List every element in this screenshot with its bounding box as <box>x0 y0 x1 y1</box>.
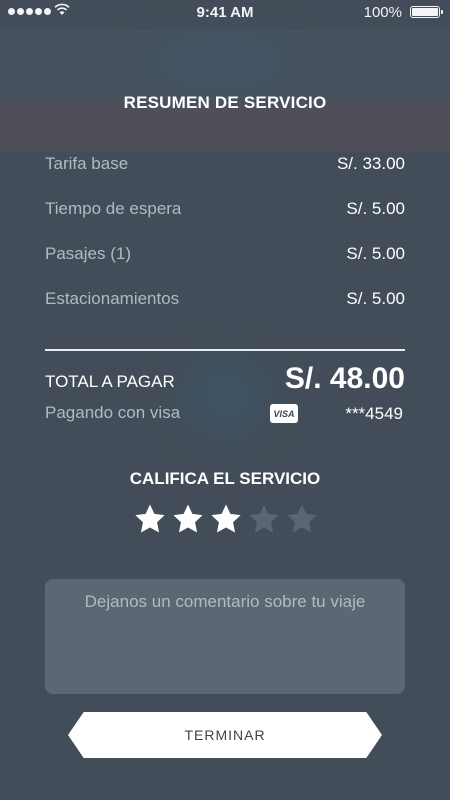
rating-title: CALIFICA EL SERVICIO <box>129 469 321 488</box>
fare-label: Pasajes (1) <box>45 244 131 263</box>
card-number: ***4549 <box>345 404 403 423</box>
star-icon[interactable] <box>170 500 206 538</box>
fare-row-waiting: Tiempo de espera S/. 5.00 <box>45 196 405 222</box>
star-rating[interactable] <box>132 500 320 538</box>
service-summary-modal: RESUMEN DE SERVICIO Tarifa base S/. 33.0… <box>0 0 450 800</box>
fare-label: Tarifa base <box>45 154 129 173</box>
comment-box[interactable] <box>45 579 405 694</box>
comment-input[interactable] <box>45 579 405 694</box>
fare-value: S/. 5.00 <box>346 244 405 263</box>
fare-value: S/. 33.00 <box>336 154 405 173</box>
fare-label: Estacionamientos <box>45 289 180 308</box>
total-label: TOTAL A PAGAR <box>45 372 175 391</box>
summary-divider <box>45 349 405 351</box>
payment-method-label: Pagando con visa <box>45 403 181 422</box>
star-icon[interactable] <box>208 500 244 538</box>
fare-row-base: Tarifa base S/. 33.00 <box>45 151 405 177</box>
visa-card-icon: VISA <box>270 404 298 423</box>
summary-title: RESUMEN DE SERVICIO <box>123 93 327 112</box>
fare-value: S/. 5.00 <box>346 289 405 308</box>
finish-button[interactable]: TERMINAR <box>68 712 382 758</box>
star-icon[interactable] <box>284 500 320 538</box>
fare-label: Tiempo de espera <box>45 199 182 218</box>
fare-row-parking: Estacionamientos S/. 5.00 <box>45 286 405 312</box>
fare-row-passengers: Pasajes (1) S/. 5.00 <box>45 241 405 267</box>
fare-value: S/. 5.00 <box>346 199 405 218</box>
star-icon[interactable] <box>246 500 282 538</box>
total-value: S/. 48.00 <box>284 362 405 395</box>
star-icon[interactable] <box>132 500 168 538</box>
